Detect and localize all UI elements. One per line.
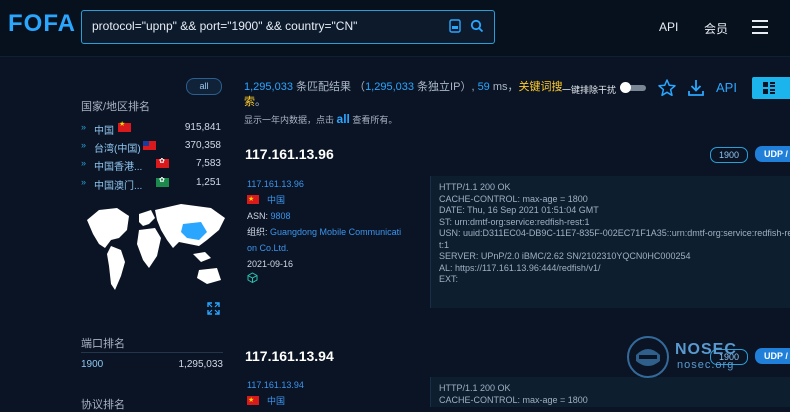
asn-link[interactable]: 9808 — [271, 211, 291, 221]
fofa-logo[interactable]: FOFA — [8, 10, 76, 38]
region-row[interactable]: » 中国 915,841 — [81, 120, 221, 137]
cube-icon[interactable] — [247, 272, 258, 284]
org-link-cont[interactable]: on Co.Ltd. — [247, 243, 289, 253]
cn-flag-icon — [247, 393, 259, 409]
top-bar: FOFA protocol="upnp" && port="1900" && c… — [0, 0, 790, 57]
cn-flag-icon — [247, 192, 259, 208]
mo-flag-icon — [156, 176, 169, 187]
watermark-domain: nosec.org — [677, 359, 735, 371]
nav-api-link[interactable]: API — [659, 20, 678, 34]
protocol-badge[interactable]: UDP / — [755, 348, 790, 364]
result-ip-title[interactable]: 117.161.13.96 — [245, 146, 334, 162]
search-box[interactable]: protocol="upnp" && port="1900" && countr… — [81, 10, 495, 44]
nav-member-link[interactable]: 会员 — [704, 20, 728, 37]
double-chevron-icon: » — [81, 158, 87, 168]
port-badge[interactable]: 1900 — [710, 147, 748, 163]
query-syntax-icon[interactable] — [448, 19, 462, 33]
world-map — [87, 204, 225, 290]
show-all-link[interactable]: all — [337, 112, 350, 126]
hk-flag-icon — [156, 157, 169, 168]
time-range-hint: 显示一年内数据，点击 all 查看所有。 — [244, 112, 398, 126]
region-row[interactable]: » 中国香港... 7,583 — [81, 157, 221, 173]
logo-text: FOFA — [8, 10, 76, 37]
double-chevron-icon: » — [81, 140, 87, 150]
list-view-icon — [763, 82, 775, 94]
result-meta: 117.161.13.96 中国 ASN: 9808 组织: Guangdong… — [247, 176, 401, 288]
protocol-badge[interactable]: UDP / — [755, 146, 790, 162]
port-row[interactable]: 1900 1,295,033 — [81, 359, 223, 370]
region-ranking-title: 国家/地区排名 — [81, 101, 151, 113]
ip-link[interactable]: 117.161.13.96 — [247, 179, 304, 189]
tw-flag-icon — [143, 141, 156, 150]
result-date: 2021-09-16 — [247, 259, 294, 269]
divider — [81, 352, 223, 353]
cn-flag-icon — [118, 120, 131, 132]
exclude-interference-toggle[interactable] — [620, 82, 646, 93]
result-ip-title[interactable]: 117.161.13.94 — [245, 348, 334, 364]
result-summary: 1,295,033 条匹配结果 （1,295,033 条独立IP）, 59 ms… — [244, 81, 563, 108]
exclude-interference-label: 一键排除干扰 — [562, 85, 617, 95]
protocol-ranking-title: 协议排名 — [81, 399, 125, 411]
menu-icon[interactable] — [752, 20, 768, 34]
search-icon[interactable] — [470, 19, 484, 33]
search-input[interactable]: protocol="upnp" && port="1900" && countr… — [92, 19, 357, 33]
double-chevron-icon: » — [81, 177, 87, 187]
port-ranking-title: 端口排名 — [81, 338, 125, 350]
org-link[interactable]: Guangdong Mobile Communicati — [270, 227, 401, 237]
country-link[interactable]: 中国 — [267, 195, 285, 205]
ip-link[interactable]: 117.161.13.94 — [247, 380, 304, 390]
download-icon[interactable] — [686, 78, 706, 98]
banner-text: HTTP/1.1 200 OK CACHE-CONTROL: max-age =… — [430, 176, 790, 308]
double-chevron-icon: » — [81, 122, 87, 132]
country-link[interactable]: 中国 — [267, 396, 285, 406]
watermark-brand: NOSEC — [675, 341, 737, 358]
result-meta: 117.161.13.94 中国 — [247, 377, 304, 409]
api-link[interactable]: API — [716, 80, 737, 95]
all-data-button[interactable]: all — [186, 78, 222, 95]
list-view-toggle[interactable] — [752, 77, 790, 99]
star-icon[interactable] — [657, 78, 677, 98]
expand-icon[interactable] — [207, 302, 220, 315]
region-row[interactable]: » 台湾(中国) 370,358 — [81, 139, 221, 155]
region-row[interactable]: » 中国澳门... 1,251 — [81, 176, 221, 192]
